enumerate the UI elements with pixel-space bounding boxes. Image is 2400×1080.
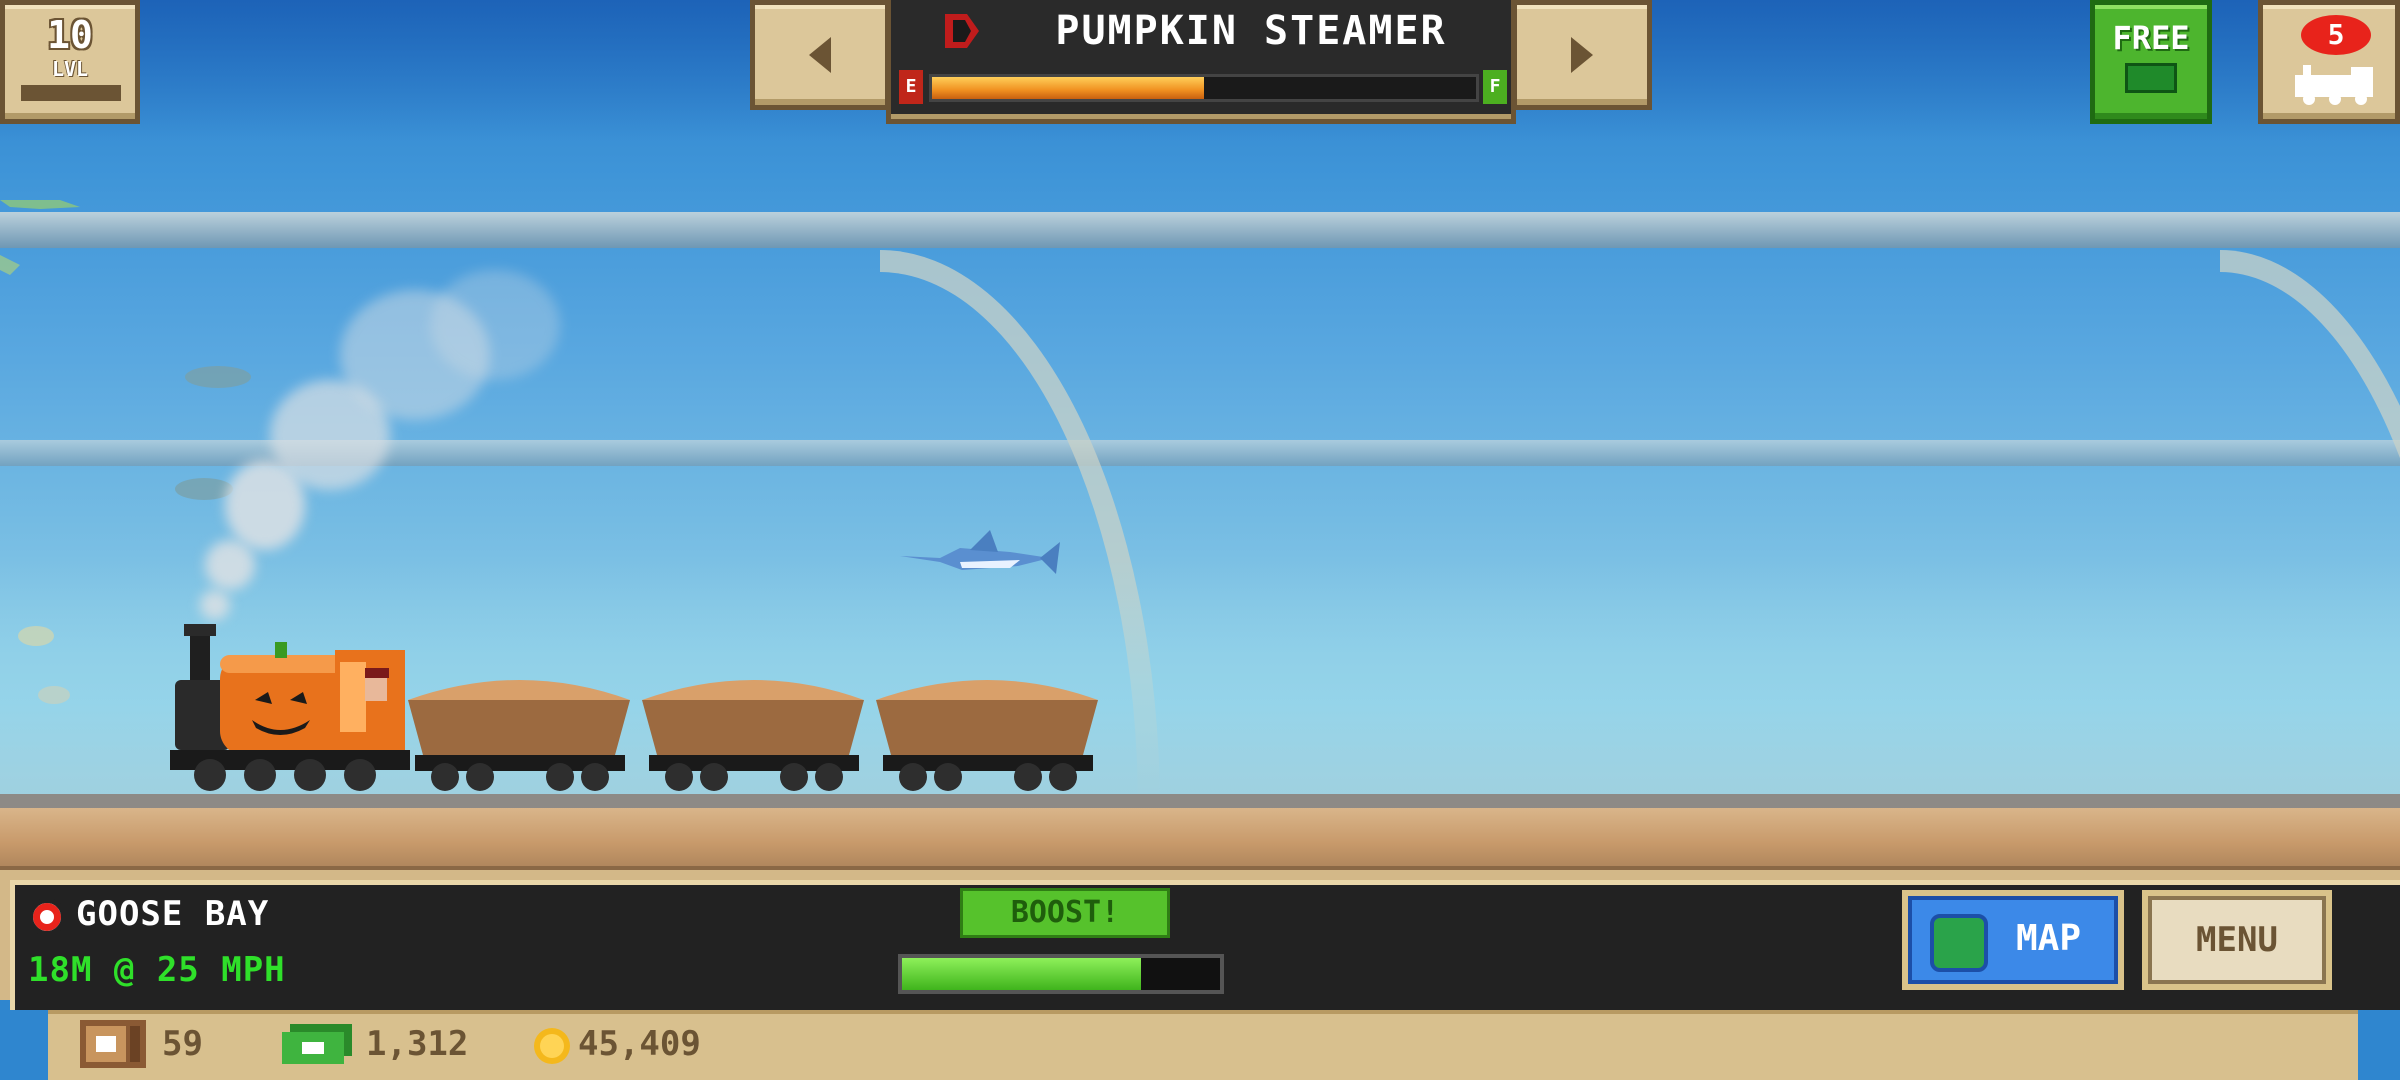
free-label: FREE — [2112, 19, 2190, 57]
steam-icon — [205, 540, 255, 590]
train-name: PUMPKIN STEAMER — [1055, 8, 1447, 54]
level-number: 10 — [47, 13, 93, 57]
fuel-level — [932, 77, 1204, 99]
level-badge[interactable]: 10 LVL — [0, 0, 140, 124]
train-icon — [2295, 65, 2373, 105]
train-title-bar: PUMPKIN STEAMER E F — [886, 0, 1516, 124]
pumpkin-steamer-train[interactable] — [160, 620, 1110, 800]
arrow-right-icon — [1571, 37, 1593, 73]
map-button[interactable]: MAP — [1902, 890, 2124, 990]
trains-count-badge: 5 — [2301, 15, 2371, 55]
boost-level — [902, 958, 1141, 990]
seaweed-icon — [0, 200, 80, 275]
previous-train-button[interactable] — [750, 0, 890, 110]
arrow-left-icon — [809, 37, 831, 73]
tunnel-rail-top — [0, 212, 2400, 248]
fish — [175, 478, 233, 500]
globe-icon — [1930, 914, 1988, 972]
boost-meter — [898, 954, 1224, 994]
fish — [185, 366, 251, 388]
boost-button[interactable]: BOOST! — [960, 888, 1170, 938]
swordfish — [900, 530, 1060, 574]
ground — [0, 808, 2400, 870]
distance-speed: 18M @ 25 MPH — [28, 950, 286, 990]
steam-icon — [430, 270, 560, 380]
menu-label: MENU — [2196, 920, 2278, 960]
coin-icon — [534, 1028, 570, 1064]
fuel-gauge — [929, 74, 1479, 102]
steam-icon — [200, 590, 230, 620]
cash-icon — [2125, 63, 2177, 93]
level-label: LVL — [51, 57, 89, 81]
cash-count: 1,312 — [366, 1024, 469, 1064]
free-cash-button[interactable]: FREE — [2090, 0, 2212, 124]
track-rail — [0, 794, 2400, 808]
xp-bar — [21, 85, 121, 101]
fuel-full-marker: F — [1483, 70, 1507, 104]
train-badge-icon — [945, 14, 979, 48]
station-name: GOOSE BAY — [76, 894, 270, 934]
map-label: MAP — [2016, 918, 2082, 959]
cash-icon — [282, 1024, 352, 1064]
crate-icon — [80, 1020, 146, 1068]
menu-button[interactable]: MENU — [2142, 890, 2332, 990]
fuel-empty-marker: E — [899, 70, 923, 104]
fish — [18, 626, 54, 646]
trains-button[interactable]: 5 — [2258, 0, 2400, 124]
fish — [38, 686, 70, 704]
coins-count: 45,409 — [578, 1024, 701, 1064]
station-marker-icon — [28, 898, 66, 936]
next-train-button[interactable] — [1512, 0, 1652, 110]
crates-count: 59 — [162, 1024, 203, 1064]
